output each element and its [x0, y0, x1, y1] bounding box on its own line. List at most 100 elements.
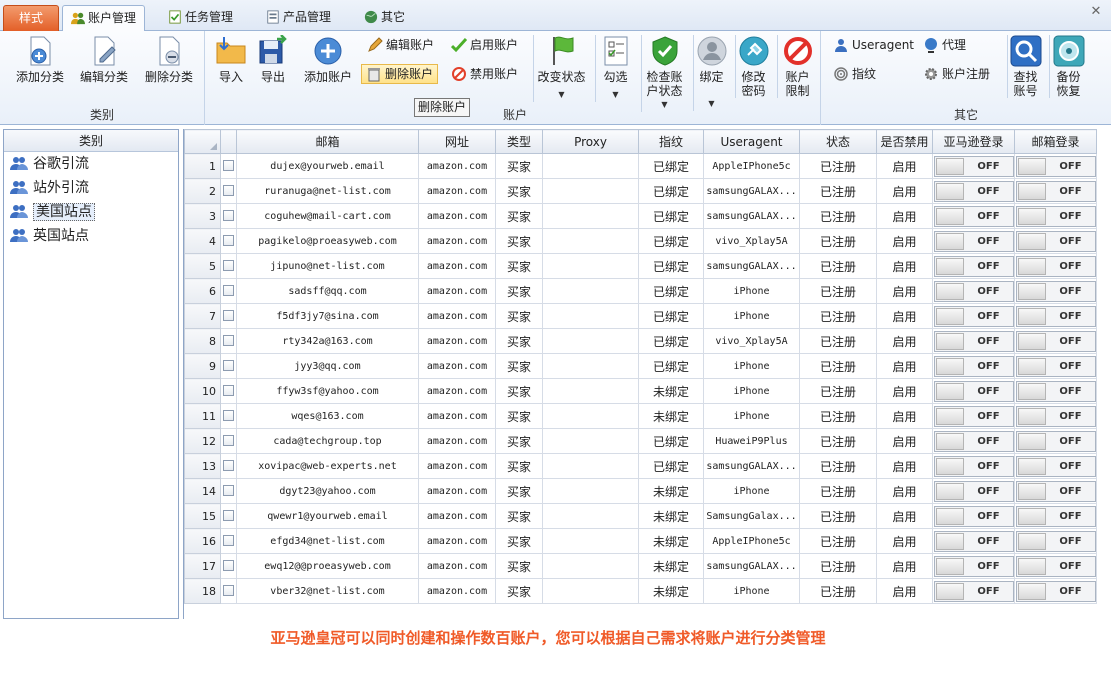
email-login-toggle[interactable]: OFF: [1015, 455, 1096, 477]
table-row[interactable]: 10 ffyw3sf@yahoo.com amazon.com 买家 未绑定 iPhone…: [184, 378, 1097, 404]
row-checkbox[interactable]: [223, 160, 234, 172]
email-login-toggle[interactable]: OFF: [1015, 230, 1096, 252]
tab-style[interactable]: 样式: [3, 5, 59, 31]
email-login-toggle[interactable]: OFF: [1015, 305, 1096, 327]
table-row[interactable]: 3 coguhew@mail-cart.com amazon.com 买家 已绑定 sam…: [184, 203, 1097, 229]
email-login-toggle[interactable]: OFF: [1015, 255, 1096, 277]
amazon-login-toggle[interactable]: OFF: [933, 255, 1014, 277]
table-row[interactable]: 1 dujex@yourweb.email amazon.com 买家 已绑定 Apple…: [184, 153, 1097, 179]
amazon-login-toggle[interactable]: OFF: [933, 305, 1014, 327]
column-header[interactable]: 是否禁用: [876, 129, 933, 154]
table-row[interactable]: 14 dgyt23@yahoo.com amazon.com 买家 未绑定 iPhone 已…: [184, 478, 1097, 504]
useragent-button[interactable]: Useragent: [829, 35, 918, 55]
row-checkbox[interactable]: [223, 310, 234, 322]
amazon-login-toggle[interactable]: OFF: [933, 505, 1014, 527]
email-login-toggle[interactable]: OFF: [1015, 580, 1096, 602]
email-login-toggle[interactable]: OFF: [1015, 205, 1096, 227]
amazon-login-toggle[interactable]: OFF: [933, 530, 1014, 552]
row-checkbox[interactable]: [223, 535, 234, 547]
row-checkbox[interactable]: [223, 460, 234, 472]
email-login-toggle[interactable]: OFF: [1015, 405, 1096, 427]
column-header[interactable]: 网址: [418, 129, 496, 154]
column-header[interactable]: 指纹: [638, 129, 704, 154]
amazon-login-toggle[interactable]: OFF: [933, 280, 1014, 302]
amazon-login-toggle[interactable]: OFF: [933, 230, 1014, 252]
select-all-corner[interactable]: [184, 129, 221, 154]
row-checkbox[interactable]: [223, 235, 234, 247]
amazon-login-toggle[interactable]: OFF: [933, 430, 1014, 452]
delete-category-button[interactable]: 删除分类: [140, 35, 198, 84]
category-item[interactable]: 英国站点: [4, 224, 178, 248]
backup-restore-button[interactable]: 备份 恢复: [1049, 35, 1087, 98]
disable-account-button[interactable]: 禁用账户: [447, 64, 522, 84]
edit-category-button[interactable]: 编辑分类: [76, 35, 132, 84]
table-row[interactable]: 6 sadsff@qq.com amazon.com 买家 已绑定 iPhone 已注册 启用…: [184, 278, 1097, 304]
email-login-toggle[interactable]: OFF: [1015, 555, 1096, 577]
close-icon[interactable]: ✕: [1089, 5, 1103, 19]
table-row[interactable]: 8 rty342a@163.com amazon.com 买家 已绑定 vivo_Xpla…: [184, 328, 1097, 354]
table-row[interactable]: 18 vber32@net-list.com amazon.com 买家 未绑定 iPho…: [184, 578, 1097, 604]
column-header[interactable]: 亚马逊登录: [932, 129, 1015, 154]
table-row[interactable]: 4 pagikelo@proeasyweb.com amazon.com 买家 已绑定 v…: [184, 228, 1097, 254]
change-password-button[interactable]: 修改 密码: [735, 35, 771, 98]
row-checkbox[interactable]: [223, 560, 234, 572]
row-checkbox[interactable]: [223, 385, 234, 397]
row-checkbox[interactable]: [223, 210, 234, 222]
amazon-login-toggle[interactable]: OFF: [933, 455, 1014, 477]
row-checkbox[interactable]: [223, 510, 234, 522]
table-row[interactable]: 12 cada@techgroup.top amazon.com 买家 已绑定 Huawe…: [184, 428, 1097, 454]
row-checkbox[interactable]: [223, 435, 234, 447]
amazon-login-toggle[interactable]: OFF: [933, 155, 1014, 177]
amazon-login-toggle[interactable]: OFF: [933, 355, 1014, 377]
export-button[interactable]: 导出: [255, 35, 291, 84]
table-row[interactable]: 13 xovipac@web-experts.net amazon.com 买家 已绑定…: [184, 453, 1097, 479]
row-checkbox[interactable]: [223, 335, 234, 347]
amazon-login-toggle[interactable]: OFF: [933, 555, 1014, 577]
category-item[interactable]: 美国站点: [4, 200, 178, 224]
bind-button[interactable]: 绑定 ▼: [693, 35, 729, 111]
email-login-toggle[interactable]: OFF: [1015, 505, 1096, 527]
enable-account-button[interactable]: 启用账户: [447, 35, 522, 55]
amazon-login-toggle[interactable]: OFF: [933, 480, 1014, 502]
column-header[interactable]: 邮箱: [236, 129, 419, 154]
amazon-login-toggle[interactable]: OFF: [933, 405, 1014, 427]
row-checkbox[interactable]: [223, 485, 234, 497]
row-checkbox[interactable]: [223, 185, 234, 197]
column-header[interactable]: 状态: [799, 129, 877, 154]
tick-button[interactable]: 勾选 ▼: [595, 35, 635, 102]
account-limit-button[interactable]: 账户 限制: [777, 35, 817, 98]
tab-other[interactable]: 其它: [356, 5, 413, 31]
edit-account-button[interactable]: 编辑账户: [363, 35, 438, 55]
row-checkbox[interactable]: [223, 285, 234, 297]
add-account-button[interactable]: 添加账户: [299, 35, 357, 84]
column-header[interactable]: 邮箱登录: [1014, 129, 1097, 154]
table-row[interactable]: 15 qwewr1@yourweb.email amazon.com 买家 未绑定 Sam…: [184, 503, 1097, 529]
add-category-button[interactable]: 添加分类: [12, 35, 68, 84]
tab-product-management[interactable]: 产品管理: [258, 5, 339, 31]
table-row[interactable]: 5 jipuno@net-list.com amazon.com 买家 已绑定 samsu…: [184, 253, 1097, 279]
change-status-button[interactable]: 改变状态 ▼: [533, 35, 589, 102]
tab-account-management[interactable]: 账户管理: [62, 5, 146, 32]
amazon-login-toggle[interactable]: OFF: [933, 580, 1014, 602]
proxy-button[interactable]: 代理: [919, 35, 970, 55]
amazon-login-toggle[interactable]: OFF: [933, 180, 1014, 202]
email-login-toggle[interactable]: OFF: [1015, 355, 1096, 377]
email-login-toggle[interactable]: OFF: [1015, 180, 1096, 202]
fingerprint-button[interactable]: 指纹: [829, 64, 880, 84]
find-account-button[interactable]: 查找 账号: [1007, 35, 1043, 98]
amazon-login-toggle[interactable]: OFF: [933, 380, 1014, 402]
table-row[interactable]: 16 efgd34@net-list.com amazon.com 买家 未绑定 Appl…: [184, 528, 1097, 554]
check-status-button[interactable]: 检查账 户状态 ▼: [641, 35, 687, 112]
email-login-toggle[interactable]: OFF: [1015, 380, 1096, 402]
row-checkbox[interactable]: [223, 410, 234, 422]
tab-task-management[interactable]: 任务管理: [160, 5, 241, 31]
email-login-toggle[interactable]: OFF: [1015, 530, 1096, 552]
email-login-toggle[interactable]: OFF: [1015, 430, 1096, 452]
email-login-toggle[interactable]: OFF: [1015, 155, 1096, 177]
account-register-button[interactable]: 账户注册: [919, 64, 994, 84]
amazon-login-toggle[interactable]: OFF: [933, 205, 1014, 227]
column-header[interactable]: 类型: [495, 129, 543, 154]
delete-account-button[interactable]: 删除账户: [361, 64, 439, 84]
table-row[interactable]: 11 wqes@163.com amazon.com 买家 未绑定 iPhone 已注册 启用…: [184, 403, 1097, 429]
email-login-toggle[interactable]: OFF: [1015, 330, 1096, 352]
